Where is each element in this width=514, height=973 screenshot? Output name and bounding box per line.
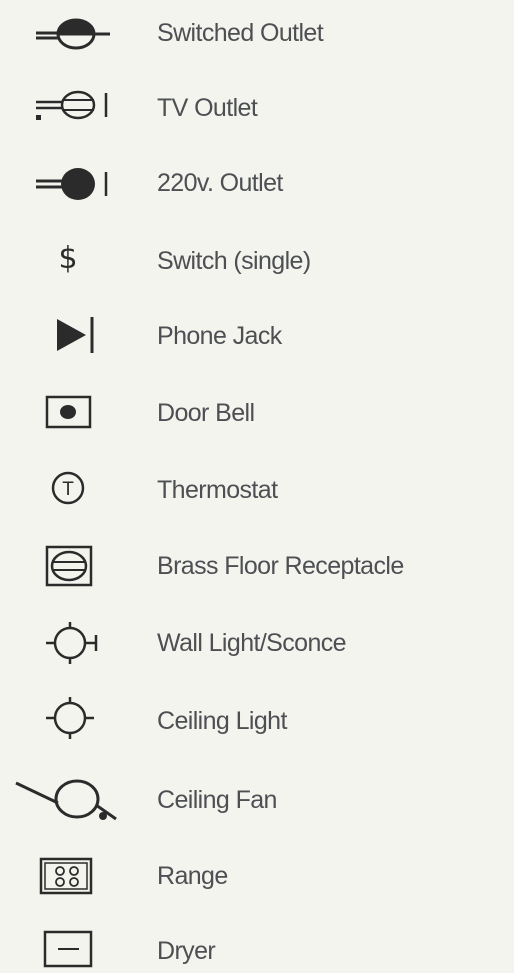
legend-label: 220v. Outlet — [157, 169, 283, 197]
tv-outlet-icon — [36, 90, 108, 120]
electrical-symbols-legend: Switched Outlet TV Outlet 220v. Outlet $… — [0, 0, 514, 973]
legend-row-phone-jack: Phone Jack — [0, 303, 514, 367]
legend-row-220v-outlet: 220v. Outlet — [0, 150, 514, 214]
thermostat-icon: T — [51, 471, 85, 505]
legend-label: Thermostat — [157, 476, 278, 504]
wall-light-sconce-icon — [46, 622, 98, 664]
legend-row-dryer: Dryer — [0, 918, 514, 973]
legend-label: Range — [157, 862, 228, 890]
legend-row-range: Range — [0, 843, 514, 907]
phone-jack-icon — [57, 317, 94, 353]
legend-label: Door Bell — [157, 399, 255, 427]
legend-label: Dryer — [157, 937, 216, 965]
ceiling-fan-icon — [15, 779, 117, 821]
ceiling-light-icon — [46, 697, 94, 739]
legend-row-brass-floor-receptacle: Brass Floor Receptacle — [0, 533, 514, 597]
outlet-220v-icon — [36, 168, 108, 200]
legend-label: Wall Light/Sconce — [157, 629, 347, 657]
legend-row-ceiling-fan: Ceiling Fan — [0, 767, 514, 831]
legend-label: Brass Floor Receptacle — [157, 552, 404, 580]
legend-row-switched-outlet: Switched Outlet — [0, 0, 514, 64]
thermostat-glyph: T — [62, 479, 74, 500]
legend-row-ceiling-light: Ceiling Light — [0, 688, 514, 752]
range-icon — [39, 857, 93, 895]
legend-label: Ceiling Fan — [157, 786, 277, 814]
legend-label: Switch (single) — [157, 247, 311, 275]
legend-row-wall-light-sconce: Wall Light/Sconce — [0, 610, 514, 674]
brass-floor-receptacle-icon — [45, 545, 93, 587]
legend-row-door-bell: Door Bell — [0, 380, 514, 444]
legend-row-tv-outlet: TV Outlet — [0, 75, 514, 139]
legend-row-switch-single: $ Switch (single) — [0, 228, 514, 292]
dryer-icon — [43, 930, 93, 968]
legend-label: Ceiling Light — [157, 707, 287, 735]
switched-outlet-icon — [36, 18, 110, 50]
legend-label: Phone Jack — [157, 322, 282, 350]
switch-single-icon: $ — [58, 241, 77, 276]
legend-label: TV Outlet — [157, 94, 258, 122]
legend-label: Switched Outlet — [157, 19, 324, 47]
switch-glyph: $ — [58, 241, 77, 276]
door-bell-icon — [45, 395, 92, 429]
legend-row-thermostat: T Thermostat — [0, 457, 514, 521]
